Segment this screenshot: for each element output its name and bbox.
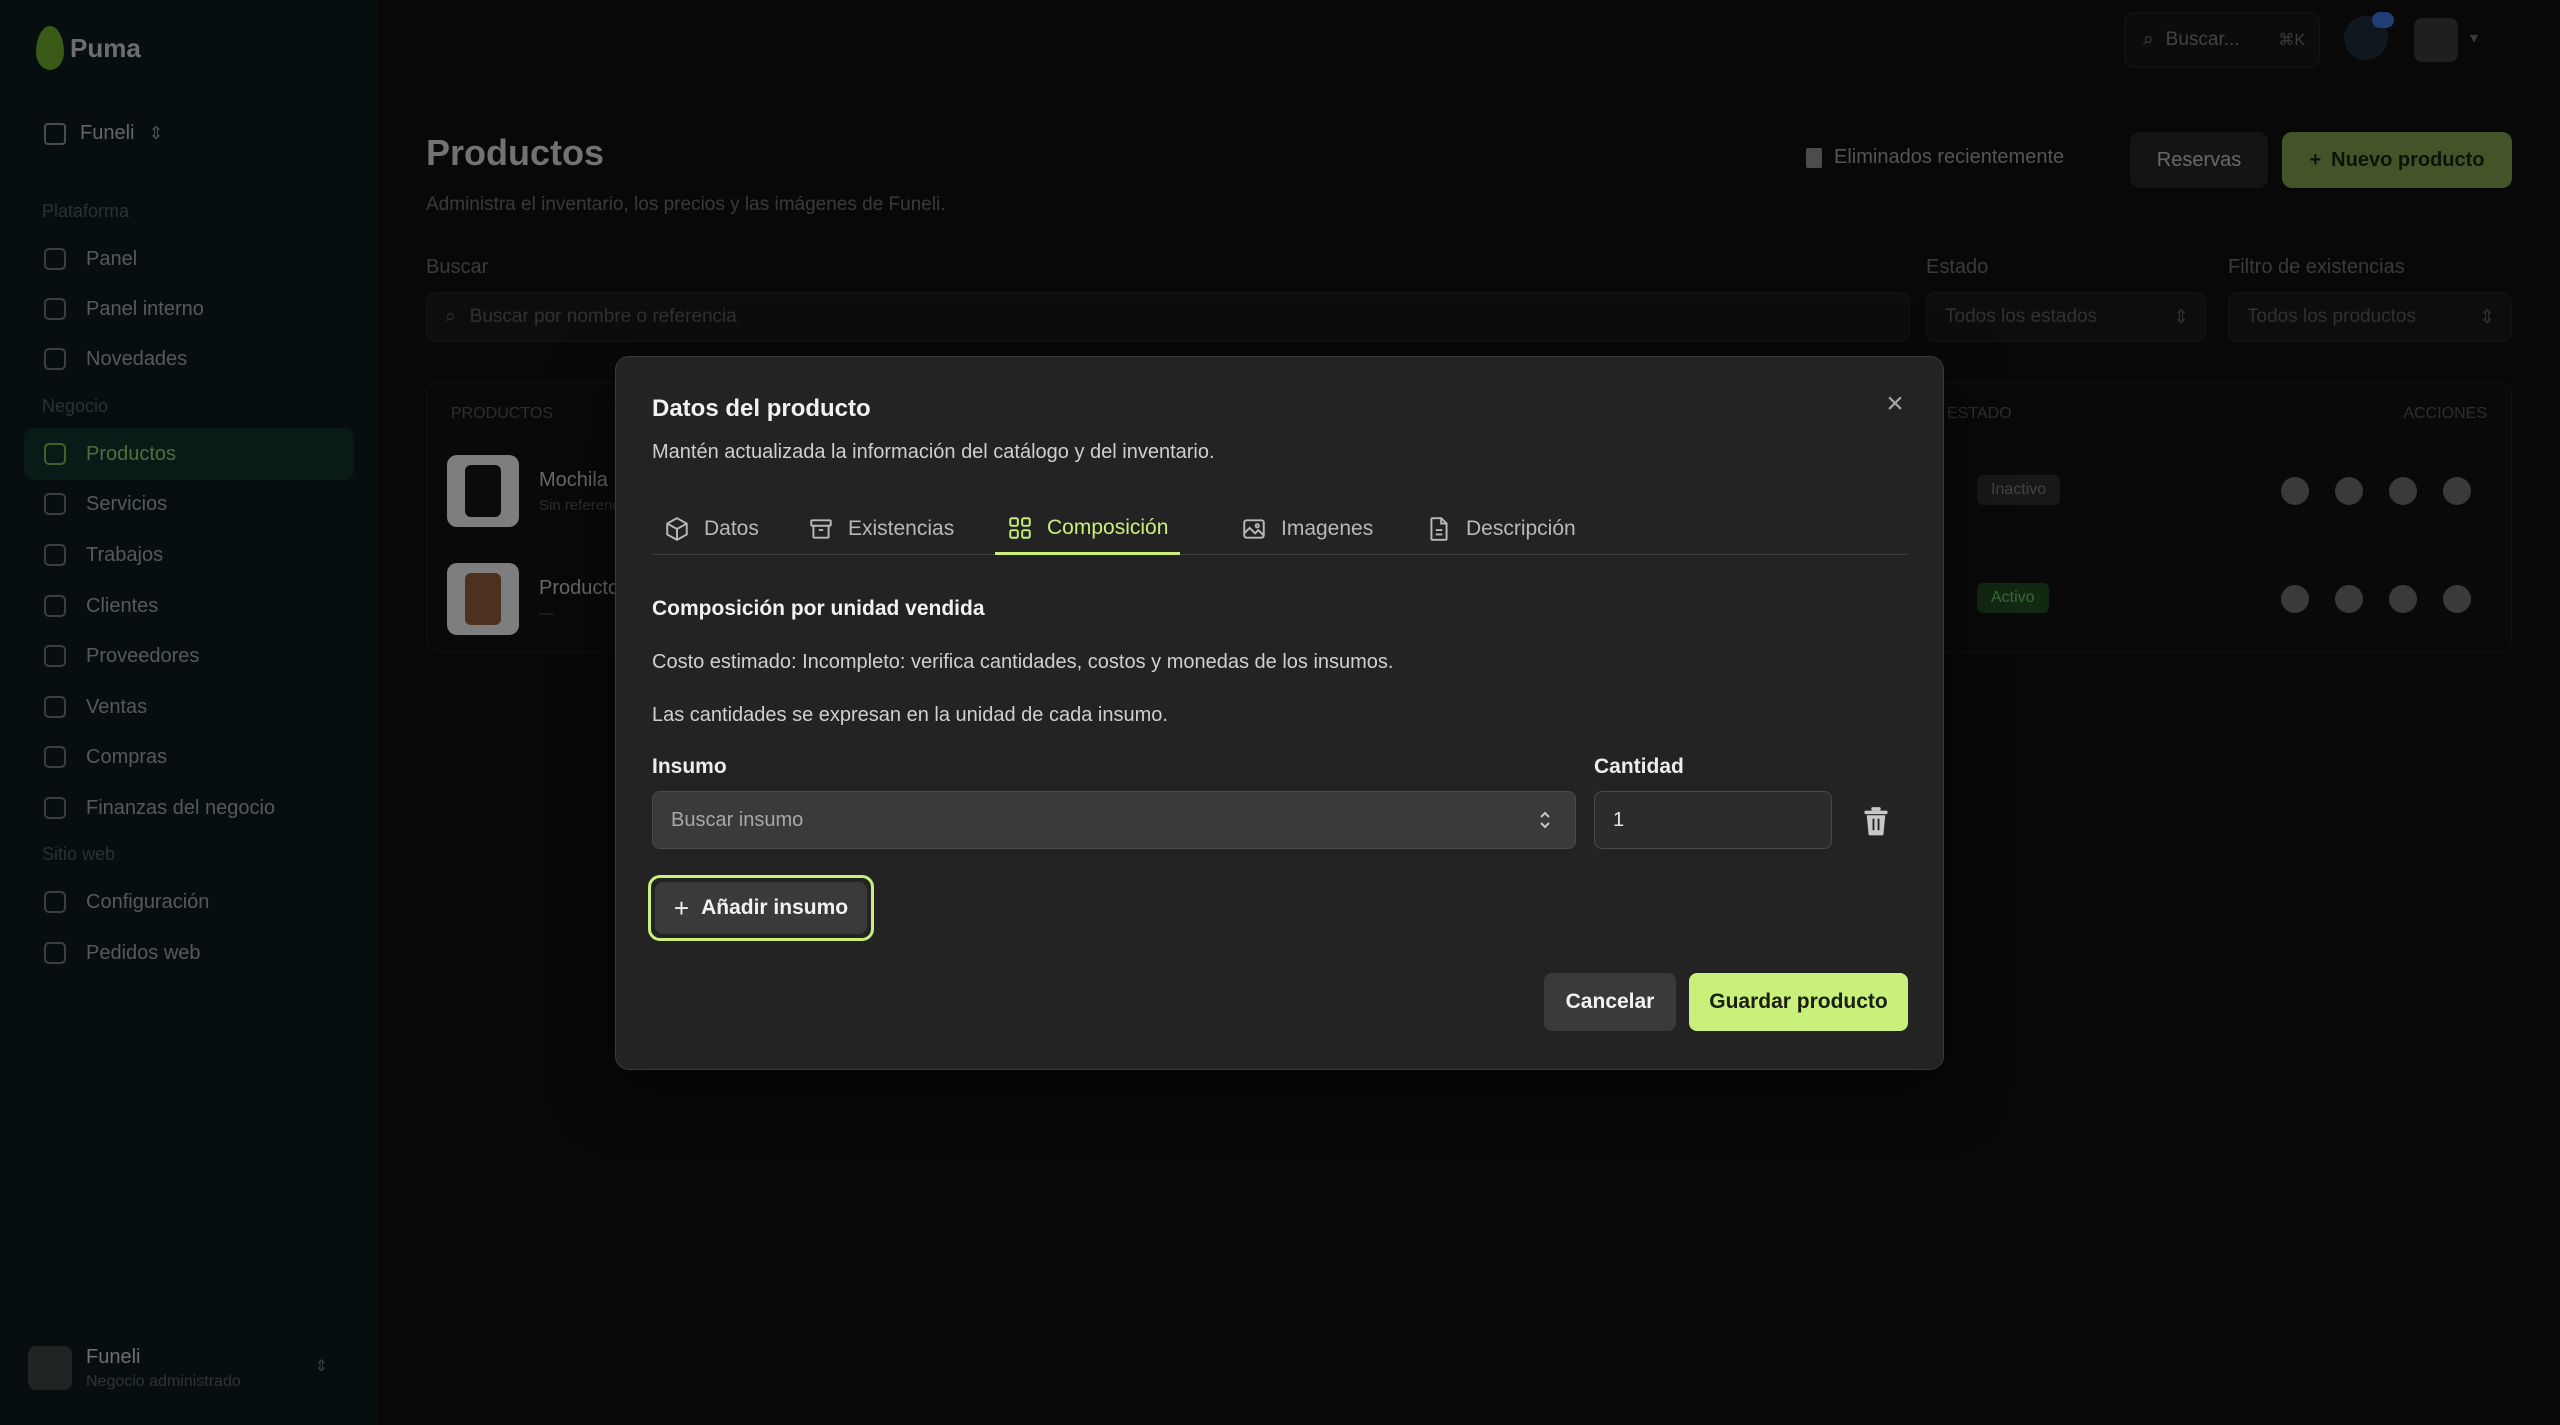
quantity-input[interactable] [1594, 791, 1832, 849]
insumo-placeholder: Buscar insumo [671, 808, 804, 831]
tab-imagenes[interactable]: Imagenes [1229, 503, 1385, 555]
dialog-description: Mantén actualizada la información del ca… [652, 441, 1215, 463]
document-icon [1430, 517, 1448, 541]
image-icon [1243, 519, 1265, 539]
tab-descripcion[interactable]: Descripción [1414, 503, 1588, 555]
app: Puma Funeli ⇕ Plataforma Panel Panel int… [0, 0, 2560, 1425]
add-insumo-label: Añadir insumo [701, 896, 849, 919]
archive-icon [810, 519, 832, 539]
insumo-search-select[interactable]: Buscar insumo [652, 791, 1576, 849]
save-product-button[interactable]: Guardar producto [1689, 973, 1908, 1031]
composition-section-title: Composición por unidad vendida [652, 597, 985, 620]
add-insumo-button[interactable]: + Añadir insumo [648, 875, 874, 941]
estimated-cost-text: Costo estimado: Incompleto: verifica can… [652, 651, 1394, 673]
units-note-text: Las cantidades se expresan en la unidad … [652, 704, 1168, 726]
product-data-dialog: Datos del producto Mantén actualizada la… [615, 356, 1944, 1070]
quantity-label: Cantidad [1594, 755, 1684, 778]
tab-existencias[interactable]: Existencias [796, 503, 966, 555]
cancel-button[interactable]: Cancelar [1544, 973, 1676, 1031]
insumo-label: Insumo [652, 755, 727, 778]
grid-icon [1009, 516, 1031, 539]
cube-icon [666, 517, 688, 541]
tab-datos[interactable]: Datos [652, 503, 771, 555]
tab-label: Descripción [1466, 517, 1576, 540]
tab-composicion[interactable]: Composición [995, 503, 1181, 555]
tab-label: Datos [704, 517, 759, 540]
close-icon[interactable]: × [1881, 389, 1909, 419]
tab-label: Imagenes [1281, 517, 1374, 540]
tab-label: Composición [1047, 515, 1169, 539]
chevron-updown-icon [1540, 811, 1550, 829]
tab-label: Existencias [848, 517, 955, 540]
plus-icon: + [673, 892, 690, 923]
trash-icon [1864, 807, 1888, 836]
remove-insumo-button[interactable] [1862, 806, 1890, 836]
dialog-title: Datos del producto [652, 395, 871, 422]
dialog-tabs: Datos Existencias Composición Imagenes D… [652, 503, 1908, 555]
